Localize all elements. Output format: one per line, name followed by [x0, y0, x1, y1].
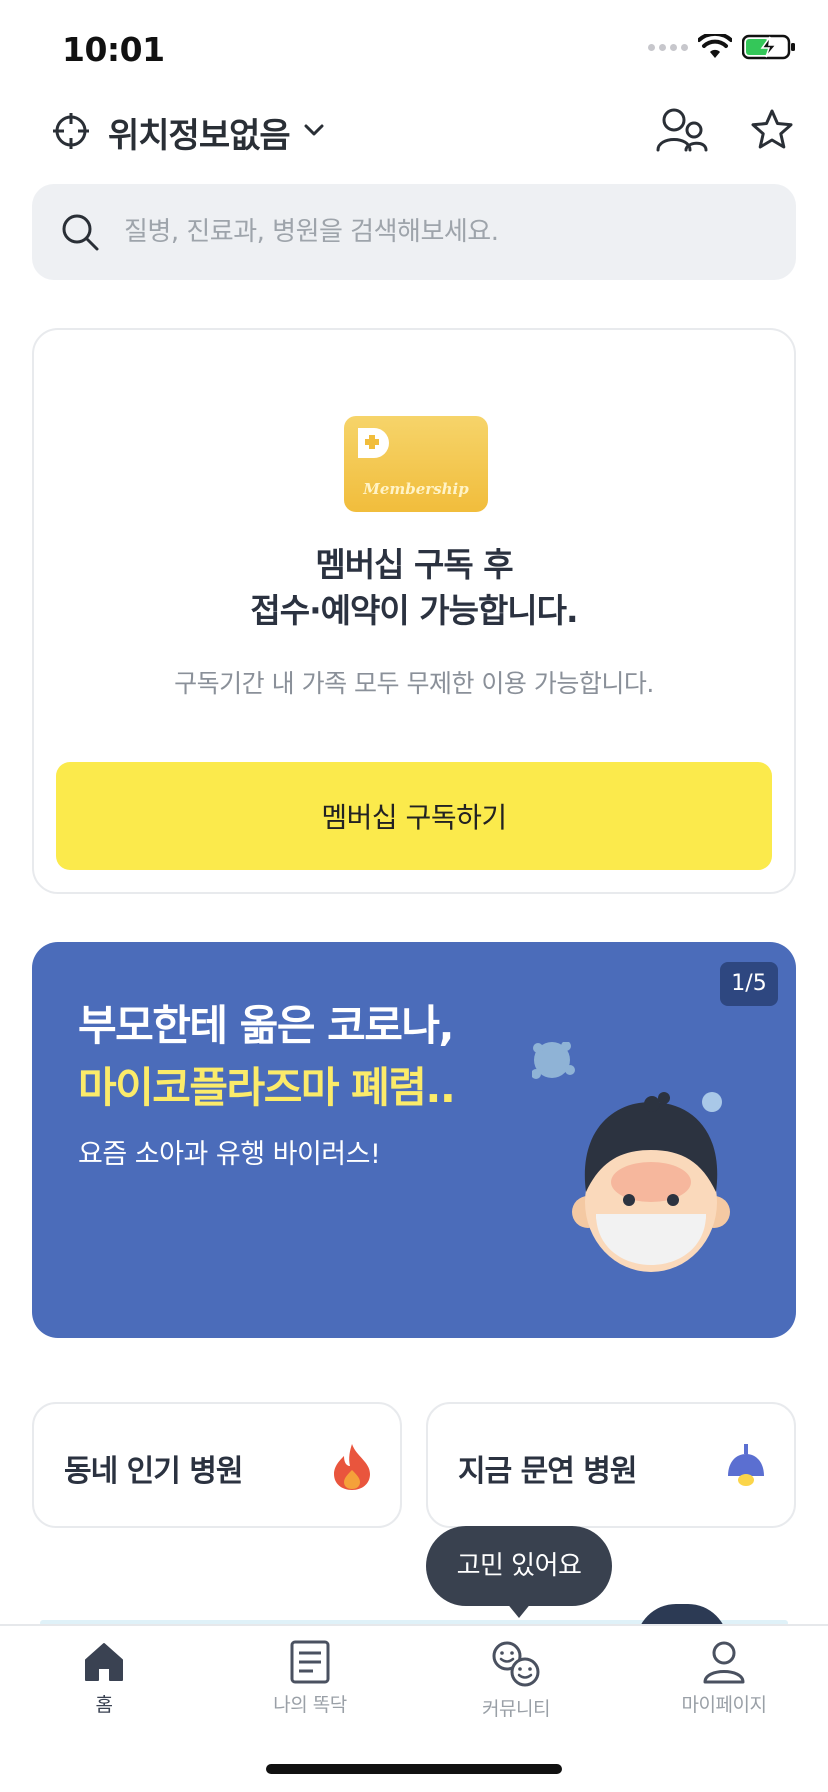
user-icon — [703, 1641, 745, 1684]
banner-subtitle: 요즘 소아과 유행 바이러스! — [78, 1139, 381, 1170]
community-tooltip[interactable]: 고민 있어요 — [426, 1526, 612, 1606]
search-icon — [62, 214, 99, 251]
search-input[interactable] — [124, 184, 764, 280]
tab-home[interactable]: 홈 — [14, 1640, 194, 1740]
tile-label: 동네 인기 병원 — [64, 1454, 243, 1489]
battery-charging-icon — [742, 34, 795, 60]
membership-title: 멤버십 구독 후 접수·예약이 가능합니다. — [34, 542, 794, 634]
membership-subtitle: 구독기간 내 가족 모두 무제한 이용 가능합니다. — [174, 669, 654, 698]
community-icon — [492, 1641, 540, 1687]
membership-badge-text: Membership — [363, 480, 469, 498]
sick-child-mask-illustration — [532, 1042, 730, 1272]
tab-home-label: 홈 — [95, 1694, 113, 1716]
chevron-down-icon[interactable] — [302, 118, 326, 142]
open-now-hospitals-tile[interactable]: 지금 문연 병원 — [426, 1402, 796, 1528]
status-icons — [648, 34, 796, 60]
location-crosshair-icon[interactable] — [52, 112, 90, 150]
tab-my-page-label: 마이페이지 — [681, 1694, 767, 1716]
document-icon — [290, 1640, 330, 1684]
tab-community-label: 커뮤니티 — [482, 1698, 550, 1720]
family-members-icon[interactable] — [656, 106, 708, 156]
banner-title-line2: 마이코플라즈마 폐렴.. — [78, 1063, 456, 1112]
banner-title-line1: 부모한테 옮은 코로나, — [78, 1001, 454, 1050]
tab-my-page[interactable]: 마이페이지 — [634, 1640, 814, 1740]
promo-banner[interactable]: 1/5 부모한테 옮은 코로나, 마이코플라즈마 폐렴.. 요즘 소아과 유행 … — [32, 942, 796, 1338]
virus-icon — [532, 1042, 575, 1079]
banner-page-counter: 1/5 — [720, 962, 778, 1006]
membership-title-line2: 접수·예약이 가능합니다. — [250, 591, 578, 630]
search-bar[interactable] — [32, 184, 796, 280]
top-header: 위치정보없음 — [0, 100, 828, 180]
lamp-icon — [728, 1444, 764, 1486]
home-indicator[interactable] — [266, 1764, 562, 1774]
home-icon — [85, 1643, 123, 1681]
location-selector[interactable]: 위치정보없음 — [108, 108, 291, 157]
status-bar: 10:01 — [0, 0, 828, 100]
tile-label: 지금 문연 병원 — [458, 1454, 637, 1489]
subscribe-membership-button[interactable]: 멤버십 구독하기 — [56, 762, 772, 870]
membership-card: Membership 멤버십 구독 후 접수·예약이 가능합니다. 구독기간 내… — [32, 328, 796, 894]
cellular-signal-icon — [648, 43, 688, 51]
fire-icon — [334, 1444, 370, 1490]
star-favorites-icon[interactable] — [750, 108, 794, 152]
tooltip-tail — [506, 1602, 532, 1618]
wifi-icon — [698, 34, 732, 58]
doctor-logo-icon — [358, 428, 389, 458]
tab-community[interactable]: 커뮤니티 — [426, 1640, 606, 1740]
tab-my-ddocdoc[interactable]: 나의 똑닥 — [220, 1640, 400, 1740]
membership-title-line1: 멤버십 구독 후 — [315, 545, 513, 584]
popular-hospitals-tile[interactable]: 동네 인기 병원 — [32, 1402, 402, 1528]
status-time: 10:01 — [62, 30, 165, 69]
tab-my-ddocdoc-label: 나의 똑닥 — [273, 1694, 347, 1716]
membership-badge: Membership — [344, 416, 488, 512]
